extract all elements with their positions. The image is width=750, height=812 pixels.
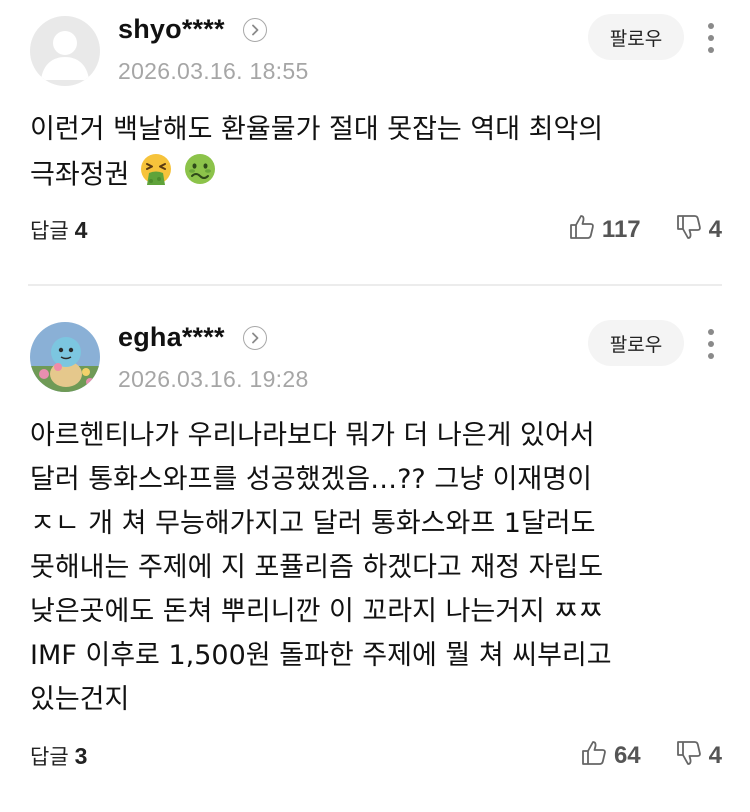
comment-text-line: 못해내는 주제에 지 포퓰리즘 하겠다고 재정 자립도 bbox=[30, 552, 604, 583]
default-avatar[interactable] bbox=[30, 16, 100, 86]
author-row: egha**** bbox=[118, 322, 267, 353]
comment-text-line: 낮은곳에도 돈쳐 뿌리니깐 이 꼬라지 나는거지 ㅉㅉ bbox=[30, 596, 604, 627]
comment-footer: 답글 3 64 4 bbox=[30, 736, 722, 776]
reply-count: 3 bbox=[74, 743, 88, 769]
vomiting-face-icon bbox=[139, 152, 173, 200]
like-button[interactable]: 64 bbox=[580, 739, 641, 774]
comment-text-line: 아르헨티나가 우리나라보다 뭐가 더 나은게 있어서 bbox=[30, 420, 595, 451]
comment-body: 아르헨티나가 우리나라보다 뭐가 더 나은게 있어서 달러 통화스와프를 성공했… bbox=[30, 414, 722, 722]
reply-button[interactable]: 답글 3 bbox=[30, 741, 87, 771]
dislike-count: 4 bbox=[708, 216, 722, 243]
dislike-button[interactable]: 4 bbox=[675, 739, 722, 774]
more-options-icon[interactable] bbox=[700, 14, 722, 62]
like-count: 64 bbox=[613, 742, 641, 769]
username[interactable]: egha**** bbox=[118, 322, 225, 353]
reply-label: 답글 bbox=[30, 219, 69, 243]
comment-divider bbox=[28, 284, 722, 286]
reply-button[interactable]: 답글 4 bbox=[30, 215, 87, 245]
vote-group: 64 4 bbox=[580, 739, 722, 774]
comment-item: egha**** 2026.03.16. 19:28 팔로우 아르헨티나가 우리… bbox=[0, 300, 750, 812]
user-avatar[interactable] bbox=[30, 322, 100, 392]
dislike-button[interactable]: 4 bbox=[675, 213, 722, 248]
author-row: shyo**** bbox=[118, 14, 267, 45]
chevron-right-icon[interactable] bbox=[242, 325, 267, 350]
thumbs-up-icon bbox=[580, 739, 614, 774]
comment-body: 이런거 백날해도 환율물가 절대 못잡는 역대 최악의 극좌정권 bbox=[30, 108, 722, 200]
comment-date: 2026.03.16. 18:55 bbox=[118, 58, 309, 84]
comment-text: 극좌정권 bbox=[30, 159, 130, 191]
comment-text-line-with-emoji: 극좌정권 bbox=[30, 152, 722, 200]
chevron-right-icon[interactable] bbox=[242, 17, 267, 42]
reply-count: 4 bbox=[74, 217, 88, 243]
like-button[interactable]: 117 bbox=[568, 213, 641, 248]
comment-footer: 답글 4 117 4 bbox=[30, 210, 722, 250]
comment-text-line: IMF 이후로 1,500원 돌파한 주제에 뭘 쳐 씨부리고 bbox=[30, 640, 612, 671]
like-count: 117 bbox=[601, 216, 641, 243]
comment-text-line: 있는건지 bbox=[30, 684, 130, 715]
nauseated-face-icon bbox=[183, 152, 217, 200]
dislike-count: 4 bbox=[708, 742, 722, 769]
reply-label: 답글 bbox=[30, 745, 69, 769]
comment-text-line: 달러 통화스와프를 성공했겠음…?? 그냥 이재명이 bbox=[30, 464, 592, 495]
follow-button[interactable]: 팔로우 bbox=[588, 320, 684, 366]
thumbs-up-icon bbox=[568, 213, 602, 248]
vote-group: 117 4 bbox=[568, 213, 722, 248]
comment-item: shyo**** 2026.03.16. 18:55 팔로우 이런거 백날해도 … bbox=[0, 0, 750, 284]
thumbs-down-icon bbox=[675, 739, 709, 774]
more-options-icon[interactable] bbox=[700, 320, 722, 368]
comment-text-line: 이런거 백날해도 환율물가 절대 못잡는 역대 최악의 bbox=[30, 114, 604, 145]
comment-text-line: ㅈㄴ 개 쳐 무능해가지고 달러 통화스와프 1달러도 bbox=[30, 508, 596, 539]
follow-button[interactable]: 팔로우 bbox=[588, 14, 684, 60]
comment-date: 2026.03.16. 19:28 bbox=[118, 366, 309, 392]
username[interactable]: shyo**** bbox=[118, 14, 225, 45]
thumbs-down-icon bbox=[675, 213, 709, 248]
